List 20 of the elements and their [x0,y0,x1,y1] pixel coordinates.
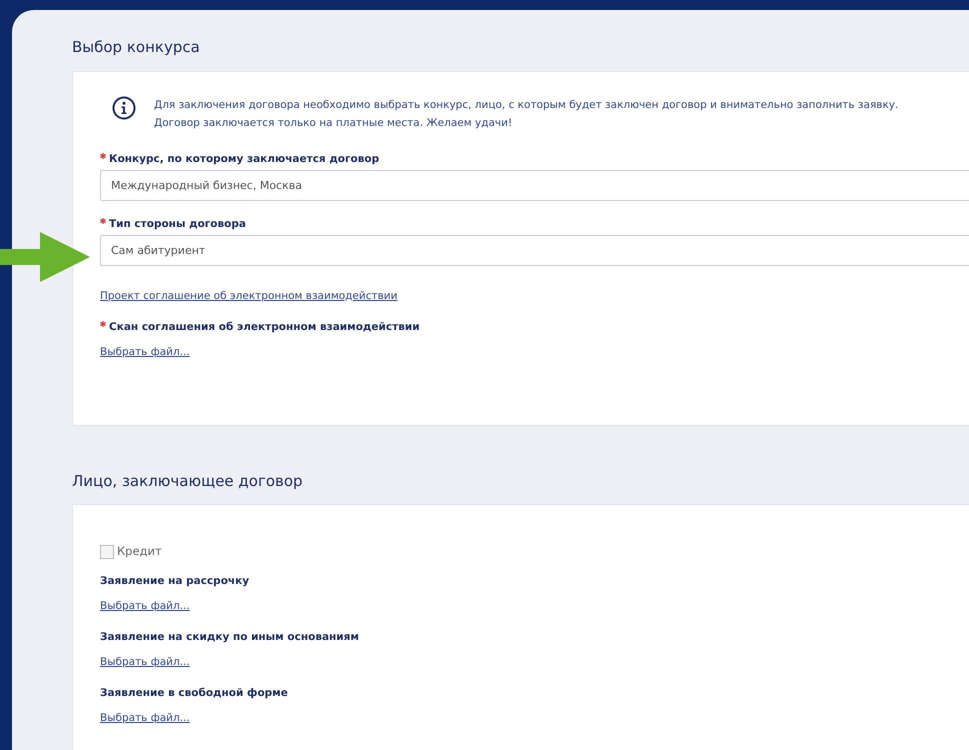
document-link[interactable]: Проект соглашение об электронном взаимодействии [100,288,398,302]
choose-file-link[interactable]: Выбрать файл... [100,599,190,614]
field-label: Скан соглашения об электронном взаимодействии [109,320,420,334]
choose-file-link[interactable]: Выбрать файл... [100,344,190,358]
field-label: Заявление на рассрочку [100,574,250,588]
select-field[interactable]: Международный бизнес, Москва [100,170,969,200]
section-title: Выбор конкурса [72,37,201,58]
info-icon [112,96,136,120]
choose-file-link[interactable]: Выбрать файл... [100,711,190,726]
field-label: Конкурс, по которому заключается договор [109,152,380,166]
section-title: Лицо, заключающее договор [72,470,304,492]
checkbox[interactable] [100,544,114,559]
choose-file-link[interactable]: Выбрать файл... [100,655,190,670]
field-label: Заявление в свободной форме [100,686,288,700]
select-field[interactable]: Сам абитуриент [100,234,969,266]
field-label: Заявление на скидку по иным основаниям [100,630,359,644]
info-message: Для заключения договора необходимо выбрать конкурс, лицо, с которым будет заключен договор и внимательно заполнить заявку. Договор заключается только на платные места. Желаем удачи! [154,98,898,130]
field-label: Тип стороны договора [109,216,246,230]
checkbox-label: Кредит [117,543,162,560]
arrow-icon [0,232,90,282]
